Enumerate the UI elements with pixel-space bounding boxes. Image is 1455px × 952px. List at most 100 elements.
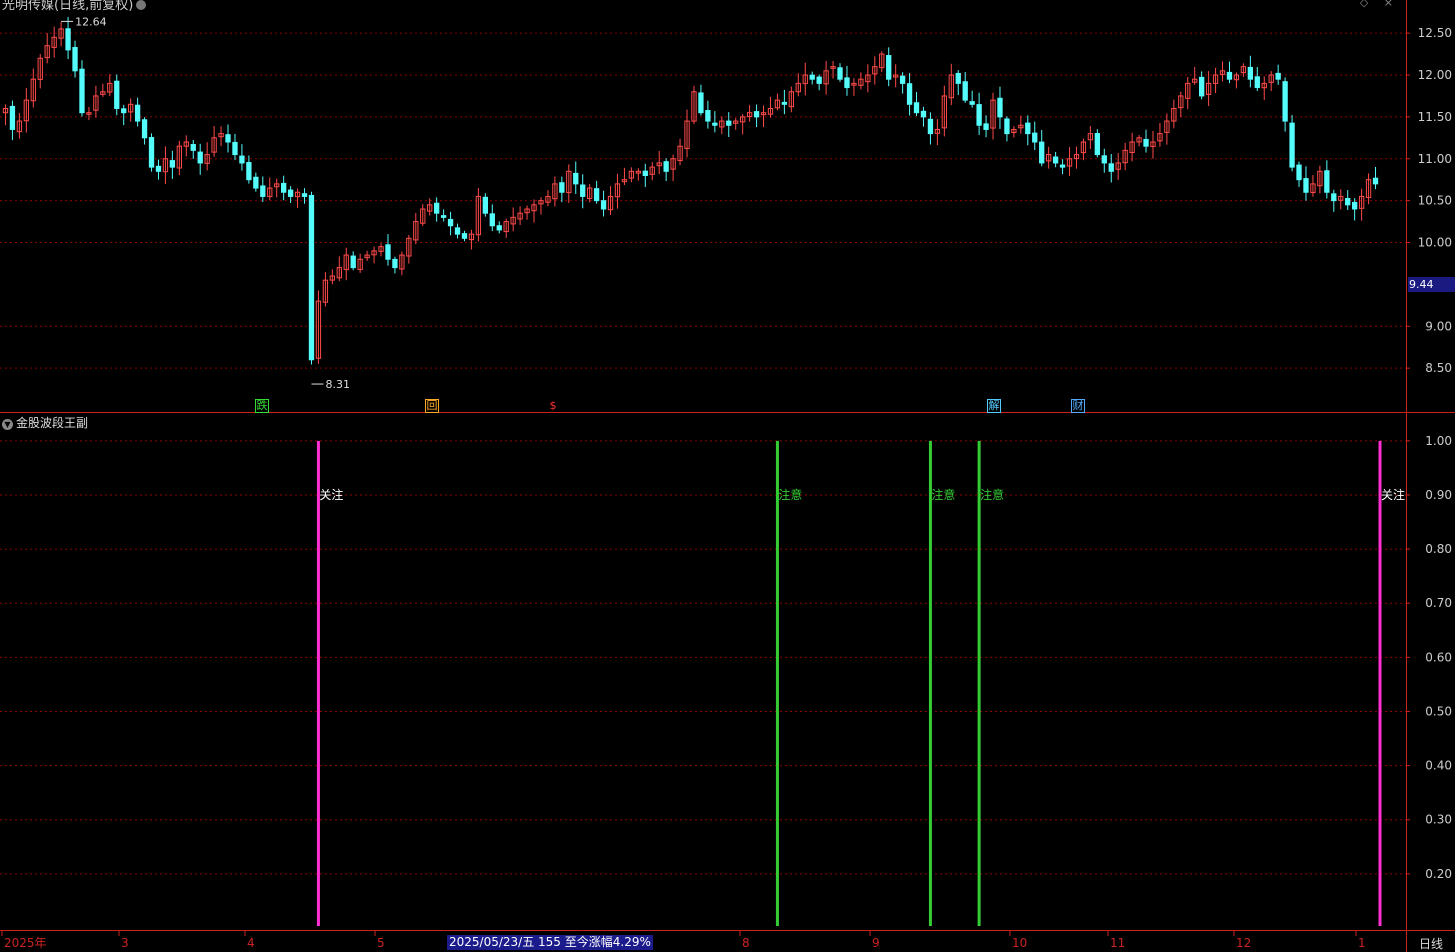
candle-up <box>420 204 426 227</box>
candle-down <box>155 159 162 180</box>
signal-label: 关注 <box>1381 487 1405 502</box>
candle-up <box>329 269 335 285</box>
candle-body <box>976 104 982 126</box>
time-tick-label: 1 <box>1358 936 1366 950</box>
chart-window[interactable]: 光明传媒(日线,前复权) ◇ × 关注 注意 注意 注意 关注 12.50 12.00 11… <box>0 0 1455 952</box>
candle-up <box>538 197 544 215</box>
candle-up <box>587 184 593 203</box>
candle-up <box>614 173 621 209</box>
candle-up <box>531 199 537 223</box>
candle-body <box>913 102 920 114</box>
candle-down <box>962 71 968 103</box>
chevron-down-icon[interactable]: ▼ <box>2 419 13 430</box>
candle-up <box>86 106 92 121</box>
candle-body <box>461 233 468 239</box>
candle-up <box>364 250 370 261</box>
candle-up <box>357 253 363 273</box>
candle-up <box>1011 126 1017 138</box>
kline-chart[interactable]: 关注 注意 注意 注意 关注 12.5012.0011.5011.0010.5010.0… <box>0 0 1455 952</box>
badge-die[interactable]: 跌 <box>255 399 269 413</box>
candle-body <box>997 97 1003 118</box>
price-tick-label: 12.50 <box>1418 26 1452 40</box>
signal-label: 关注 <box>319 487 343 502</box>
period-selector[interactable]: 日线 <box>1419 935 1443 952</box>
candle-up <box>990 92 996 140</box>
indicator-tick-label: 1.00 <box>1425 434 1452 448</box>
candle-down <box>663 158 669 182</box>
time-tick-label: 10 <box>1012 936 1027 950</box>
candle-body <box>559 182 565 193</box>
candle-body <box>1331 193 1337 202</box>
candle-body <box>121 108 127 114</box>
candle-up <box>44 33 50 64</box>
candle-down <box>1025 115 1031 146</box>
candle-down <box>913 91 920 117</box>
candle-body <box>260 185 266 197</box>
candle-body <box>1289 122 1295 168</box>
candle-body <box>781 101 788 105</box>
candle-up <box>93 85 99 118</box>
candle-down <box>121 104 127 126</box>
candle-body <box>920 110 927 118</box>
candle-down <box>1331 189 1337 212</box>
candle-up <box>468 229 475 250</box>
candle-down <box>385 234 391 266</box>
candle-up <box>830 61 836 79</box>
indicator-axis-ticks: 1.00 0.90 0.80 0.70 0.60 0.50 0.40 0.30 0.20 <box>1406 434 1452 881</box>
time-tick-label: 3 <box>121 936 129 950</box>
candle-down <box>997 86 1003 129</box>
candle-up <box>1066 147 1073 176</box>
candle-down <box>1247 55 1253 88</box>
candle-up <box>1365 173 1372 205</box>
candle-up <box>774 93 781 111</box>
badge-hui[interactable]: 回 <box>425 399 439 413</box>
candle-up <box>1310 175 1316 197</box>
candle-up <box>107 74 113 97</box>
candle-up <box>100 83 106 97</box>
candle-down <box>844 65 850 96</box>
candle-up <box>274 178 280 198</box>
status-info: 2025/05/23/五 155 至今涨幅4.29% <box>447 935 653 950</box>
candle-up <box>795 73 801 97</box>
candle-down <box>1303 166 1309 201</box>
time-axis-ticks: 2025年 3 4 5 8 9 10 11 12 1 <box>1 930 1366 950</box>
candle-up <box>788 86 794 113</box>
indicator-title[interactable]: ▼ 金股波段王副 <box>2 414 88 431</box>
candle-down <box>1254 67 1260 92</box>
candle-body <box>1143 138 1149 147</box>
candle-body <box>1372 177 1379 185</box>
candle-down <box>447 211 454 236</box>
candle-up <box>1115 152 1121 180</box>
candle-up <box>218 126 224 147</box>
candle-down <box>705 100 711 129</box>
candle-up <box>1205 71 1212 107</box>
candle-down <box>969 90 975 108</box>
candle-up <box>128 98 134 122</box>
badge-cai[interactable]: 财 <box>1071 399 1085 413</box>
candle-up <box>1185 76 1191 110</box>
candle-up <box>545 190 551 207</box>
badge-jie[interactable]: 解 <box>987 399 1001 413</box>
period-label[interactable]: 日线 <box>1419 937 1443 951</box>
badge-dollar[interactable]: $ <box>546 399 560 413</box>
candle-down <box>955 70 961 95</box>
candle-down <box>232 133 238 160</box>
indicator-tick-label: 0.60 <box>1425 650 1452 664</box>
candle-up <box>517 206 523 226</box>
candle-down <box>1059 159 1066 175</box>
candle-down <box>9 100 16 141</box>
candle-up <box>183 135 189 157</box>
candle-up <box>2 104 9 126</box>
candle-up <box>1018 115 1024 134</box>
candle-body <box>705 110 711 122</box>
candle-up <box>1317 165 1323 194</box>
candle-body <box>726 120 732 126</box>
candle-body <box>906 83 913 105</box>
extreme-markers: 12.64 8.31 <box>61 15 350 391</box>
candle-body <box>1352 201 1358 210</box>
candle-body <box>440 215 447 218</box>
candle-down <box>308 191 315 365</box>
candle-down <box>79 60 85 117</box>
candle-up <box>934 119 941 146</box>
candle-up <box>740 114 746 135</box>
